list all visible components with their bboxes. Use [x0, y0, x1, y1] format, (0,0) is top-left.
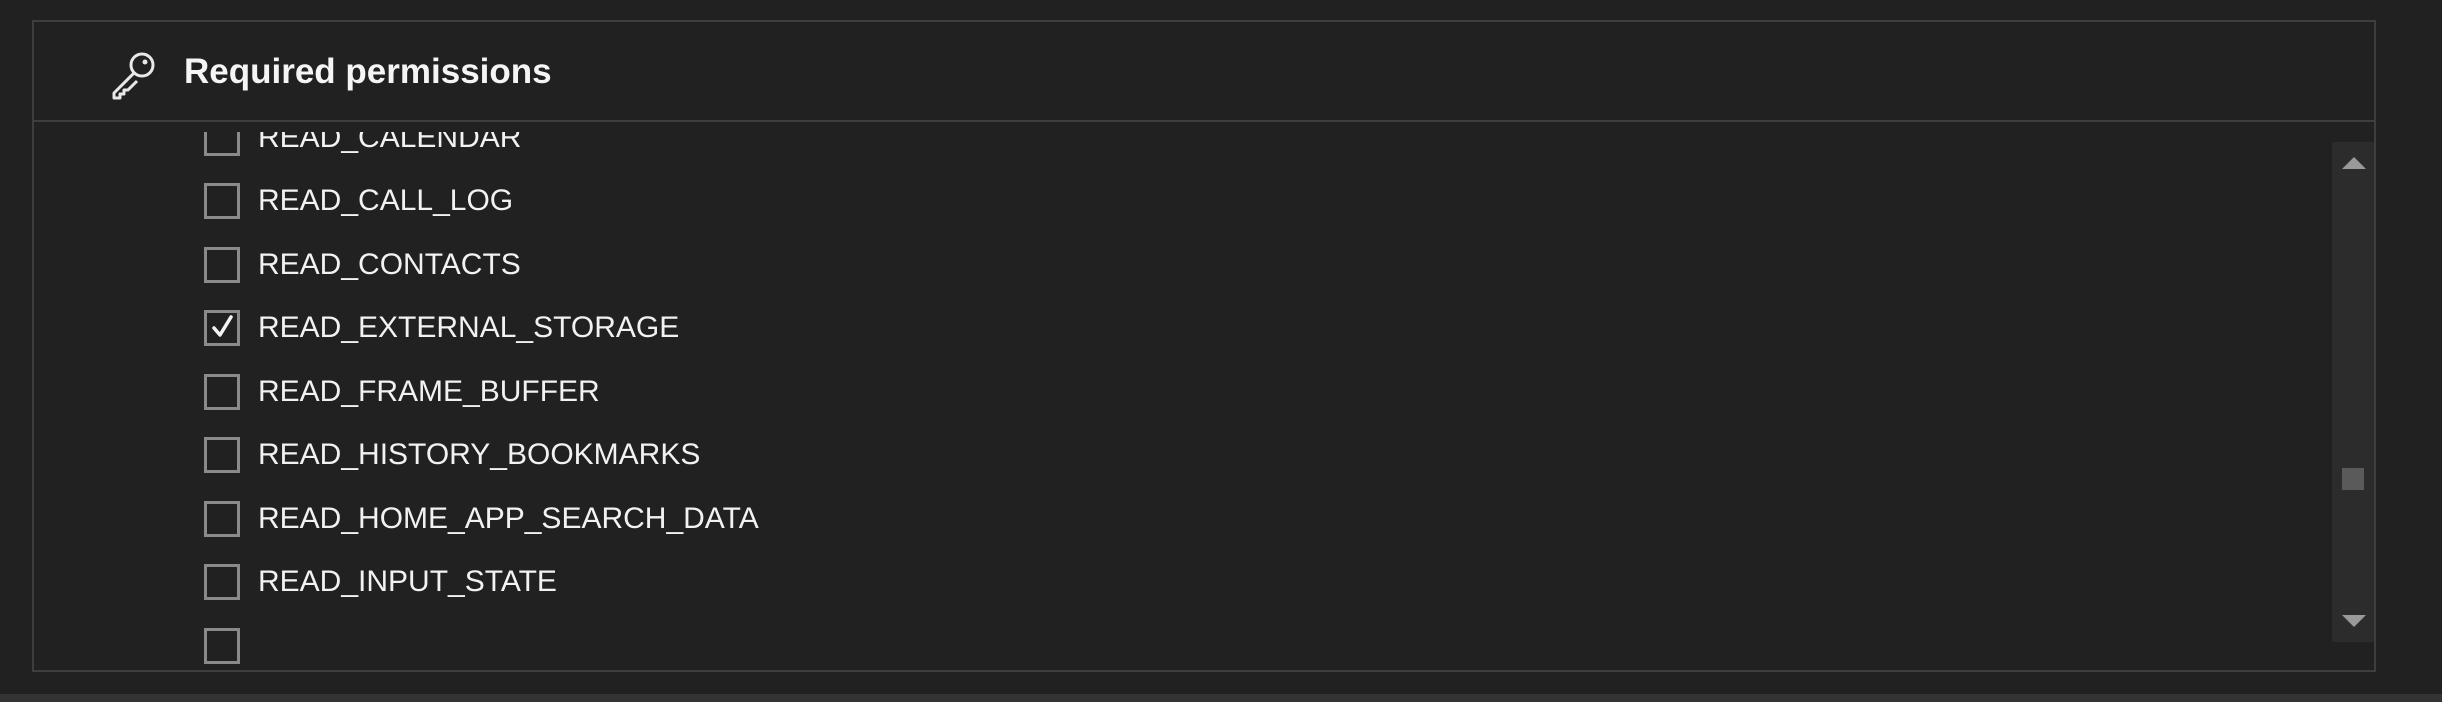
permission-item-partial[interactable] [204, 614, 759, 664]
permissions-list-content: READ_CALENDAR READ_CALL_LOG READ_CONTACTS R… [204, 132, 759, 664]
checkbox-unchecked[interactable] [204, 246, 240, 283]
checkbox-unchecked[interactable] [204, 500, 240, 537]
permission-label: READ_HOME_APP_SEARCH_DATA [258, 501, 759, 535]
permission-item[interactable]: READ_HOME_APP_SEARCH_DATA [204, 487, 759, 551]
permission-label: READ_EXTERNAL_STORAGE [258, 311, 680, 345]
permission-label: READ_CALL_LOG [258, 184, 514, 218]
vertical-scrollbar[interactable] [2332, 142, 2374, 642]
permission-item[interactable]: READ_CALENDAR [204, 132, 759, 170]
required-permissions-panel: Required permissions READ_CALENDAR READ_C… [32, 20, 2376, 672]
checkbox-unchecked[interactable] [204, 627, 240, 664]
checkbox-unchecked[interactable] [204, 564, 240, 601]
scroll-up-arrow-icon[interactable] [2342, 157, 2366, 169]
permission-item[interactable]: READ_EXTERNAL_STORAGE [204, 297, 759, 361]
permission-item[interactable]: READ_FRAME_BUFFER [204, 360, 759, 424]
checkbox-unchecked[interactable] [204, 132, 240, 156]
checkbox-unchecked[interactable] [204, 183, 240, 220]
permission-item[interactable]: READ_HISTORY_BOOKMARKS [204, 424, 759, 488]
permission-label: READ_CONTACTS [258, 247, 521, 281]
checkmark-icon [212, 315, 233, 337]
permission-item[interactable]: READ_CALL_LOG [204, 170, 759, 234]
scroll-thumb[interactable] [2342, 468, 2364, 490]
permission-label: READ_FRAME_BUFFER [258, 374, 600, 408]
key-icon [108, 48, 160, 100]
permission-label: READ_CALENDAR [258, 132, 522, 154]
permissions-list: READ_CALENDAR READ_CALL_LOG READ_CONTACTS R… [34, 132, 2334, 664]
checkbox-checked[interactable] [204, 310, 240, 347]
checkbox-unchecked[interactable] [204, 437, 240, 474]
scroll-down-arrow-icon[interactable] [2342, 615, 2366, 627]
permission-label: READ_HISTORY_BOOKMARKS [258, 438, 701, 472]
permission-label: READ_INPUT_STATE [258, 565, 557, 599]
permission-item[interactable]: READ_CONTACTS [204, 233, 759, 297]
panel-header[interactable]: Required permissions [34, 22, 2374, 122]
panel-title: Required permissions [184, 52, 552, 91]
checkbox-unchecked[interactable] [204, 373, 240, 410]
permission-item[interactable]: READ_INPUT_STATE [204, 551, 759, 615]
bottom-divider [0, 694, 2442, 702]
